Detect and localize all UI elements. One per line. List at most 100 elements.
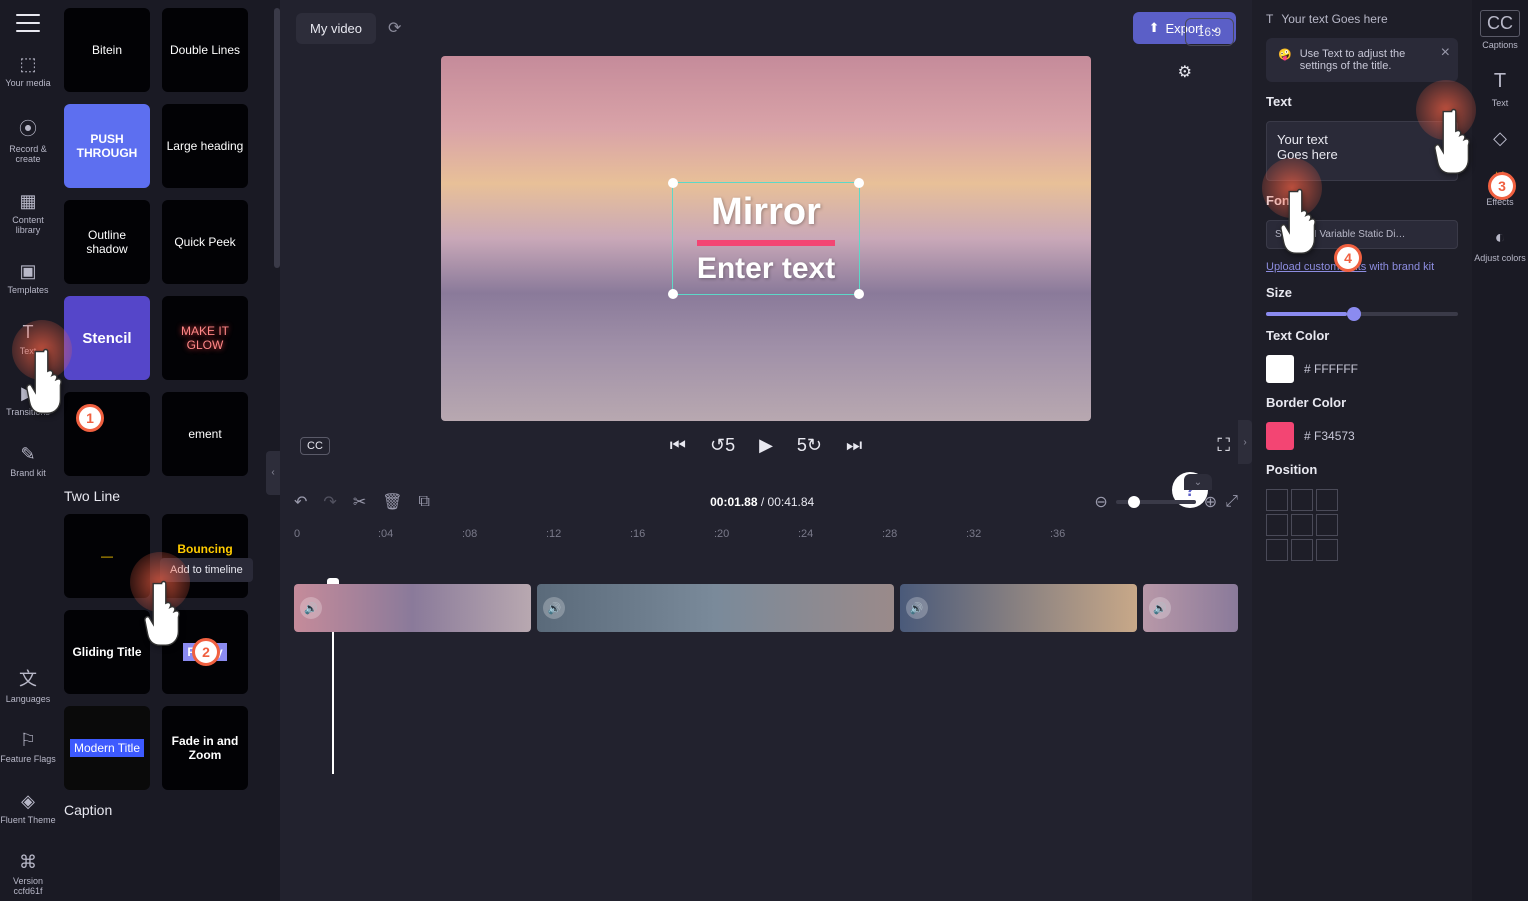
template-tile[interactable]: Modern Title	[64, 706, 150, 790]
rail-text[interactable]: TText	[1488, 68, 1512, 108]
audio-icon[interactable]: 🔊	[300, 597, 322, 619]
preview-settings-icon[interactable]: ⚙	[1178, 62, 1192, 82]
play-icon[interactable]: ▶	[759, 435, 773, 456]
text-overlay-selection[interactable]: Mirror Enter text	[672, 182, 860, 295]
add-to-timeline-tooltip: Add to timeline	[160, 558, 253, 582]
position-cell[interactable]	[1291, 489, 1313, 511]
sync-icon[interactable]: ⟳	[388, 18, 401, 38]
nav-your-media[interactable]: ⬚Your media	[0, 50, 56, 93]
nav-content-library[interactable]: ▦Content library	[0, 187, 56, 240]
right-rail: CCCaptions TText ◇ ✨Effects ◐Adjust colo…	[1472, 0, 1528, 901]
position-cell[interactable]	[1316, 514, 1338, 536]
tip-callout: 🤪 Use Text to adjust the settings of the…	[1266, 38, 1458, 82]
duplicate-icon[interactable]: ⧉	[419, 493, 430, 511]
collapse-timeline[interactable]: ⌄	[1184, 474, 1212, 490]
fit-timeline-icon[interactable]: ⤢	[1225, 493, 1238, 511]
template-tile[interactable]: Fade in and Zoom	[162, 706, 248, 790]
audio-icon[interactable]: 🔊	[906, 597, 928, 619]
template-tile[interactable]: MAKE IT GLOW	[162, 296, 248, 380]
captions-toggle[interactable]: CC	[300, 437, 330, 455]
skip-back-icon[interactable]: ⏮	[670, 435, 686, 456]
version-icon: ⌘	[19, 852, 37, 873]
nav-feature-flags[interactable]: ⚐Feature Flags	[0, 726, 56, 769]
template-tile[interactable]: ement	[162, 392, 248, 476]
nav-record-create[interactable]: ⦿Record & create	[0, 111, 56, 169]
section-header-caption: Caption	[64, 802, 272, 818]
position-cell[interactable]	[1291, 539, 1313, 561]
text-icon: T	[23, 322, 34, 343]
template-tile[interactable]: PUSH THROUGH	[64, 104, 150, 188]
undo-icon[interactable]: ↶	[294, 492, 307, 512]
video-preview[interactable]: Mirror Enter text	[441, 56, 1091, 421]
zoom-out-icon[interactable]: ⊖	[1094, 492, 1107, 512]
hamburger-icon[interactable]	[16, 14, 40, 32]
forward-5-icon[interactable]: 5↻	[797, 435, 822, 456]
delete-icon[interactable]: 🗑	[382, 492, 402, 512]
font-select[interactable]: Segoe UI Variable Static Di…	[1266, 220, 1458, 249]
text-input[interactable]: Your text Goes here	[1266, 121, 1458, 181]
fullscreen-icon[interactable]: ⛶	[1217, 435, 1230, 456]
collapse-right-panel[interactable]: ›	[1238, 420, 1252, 464]
rewind-5-icon[interactable]: ↺5	[710, 435, 735, 456]
audio-icon[interactable]: 🔊	[1149, 597, 1171, 619]
template-tile[interactable]: Outline shadow	[64, 200, 150, 284]
video-clip[interactable]: 🔊	[294, 584, 531, 632]
resize-handle[interactable]	[854, 289, 864, 299]
position-cell[interactable]	[1266, 489, 1288, 511]
template-tile[interactable]: —	[64, 514, 150, 598]
nav-version[interactable]: ⌘Version ccfd61f	[0, 848, 56, 901]
overlay-line-1: Mirror	[697, 191, 835, 234]
languages-icon: 文	[19, 665, 37, 691]
rail-captions[interactable]: CCCaptions	[1480, 10, 1520, 50]
template-tile[interactable]: Stencil	[64, 296, 150, 380]
rail-adjust-colors[interactable]: ◐Adjust colors	[1474, 225, 1526, 263]
template-tile[interactable]: Double Lines	[162, 8, 248, 92]
video-title-input[interactable]: My video	[296, 13, 376, 44]
template-tile[interactable]: Gliding Title	[64, 610, 150, 694]
nav-transitions[interactable]: ▶Transitions	[0, 379, 56, 422]
timeline-video-track: 🔊 🔊 🔊 🔊	[294, 584, 1238, 632]
position-cell[interactable]	[1316, 539, 1338, 561]
position-cell[interactable]	[1266, 539, 1288, 561]
template-tile[interactable]: Large heading	[162, 104, 248, 188]
nav-text[interactable]: TText	[0, 318, 56, 361]
templates-icon: ▣	[19, 261, 36, 282]
annotation-badge-2: 2	[192, 638, 220, 666]
aspect-ratio-badge[interactable]: 16:9	[1185, 18, 1234, 46]
timeline-ruler[interactable]: 0 :04 :08 :12 :16 :20 :24 :28 :32 :36	[294, 522, 1238, 548]
template-tile[interactable]: Bitein	[64, 8, 150, 92]
nav-fluent-theme[interactable]: ◈Fluent Theme	[0, 787, 56, 830]
position-grid	[1266, 489, 1458, 561]
zoom-slider[interactable]	[1116, 500, 1196, 504]
size-slider[interactable]	[1266, 312, 1458, 316]
collapse-left-panel[interactable]: ‹	[266, 451, 280, 495]
audio-icon[interactable]: 🔊	[543, 597, 565, 619]
size-slider-thumb[interactable]	[1347, 307, 1361, 321]
template-tile[interactable]	[64, 392, 150, 476]
resize-handle[interactable]	[668, 178, 678, 188]
nav-brand-kit[interactable]: ✎Brand kit	[0, 440, 56, 483]
skip-forward-icon[interactable]: ⏭	[846, 435, 862, 456]
split-icon[interactable]: ✂	[353, 492, 366, 512]
zoom-thumb[interactable]	[1128, 496, 1140, 508]
nav-templates[interactable]: ▣Templates	[0, 257, 56, 300]
transitions-icon: ▶	[21, 383, 35, 404]
position-cell[interactable]	[1291, 514, 1313, 536]
bordercolor-swatch[interactable]	[1266, 422, 1294, 450]
position-cell[interactable]	[1266, 514, 1288, 536]
resize-handle[interactable]	[668, 289, 678, 299]
resize-handle[interactable]	[854, 178, 864, 188]
position-cell[interactable]	[1316, 489, 1338, 511]
theme-icon: ◈	[21, 791, 35, 812]
template-tile[interactable]: Bouncing Title	[162, 514, 248, 598]
timeline-tracks[interactable]: ‖Mirror Ent…‖ 🔊 🔊 🔊 🔊	[294, 584, 1238, 684]
rail-filters[interactable]: ◇	[1487, 126, 1513, 151]
video-clip[interactable]: 🔊	[537, 584, 893, 632]
close-tip-icon[interactable]: ×	[1441, 44, 1450, 62]
template-tile[interactable]: Quick Peek	[162, 200, 248, 284]
textcolor-swatch[interactable]	[1266, 355, 1294, 383]
nav-languages[interactable]: 文Languages	[0, 661, 56, 709]
video-clip[interactable]: 🔊	[1143, 584, 1238, 632]
redo-icon[interactable]: ↷	[323, 492, 336, 512]
video-clip[interactable]: 🔊	[900, 584, 1137, 632]
